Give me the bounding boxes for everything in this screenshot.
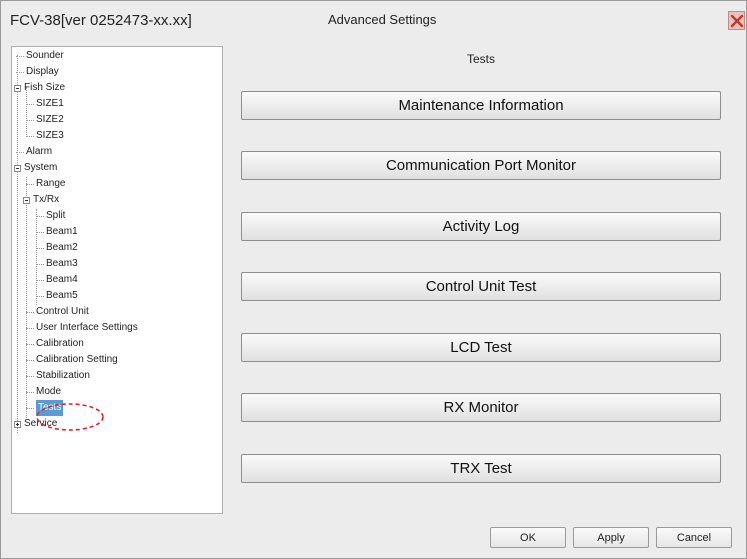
close-button[interactable] bbox=[728, 11, 745, 30]
tree-item-beam5[interactable]: Beam5 bbox=[36, 288, 78, 304]
close-x-icon bbox=[730, 14, 744, 28]
collapse-icon[interactable] bbox=[14, 84, 21, 92]
panel-title: Tests bbox=[466, 52, 495, 66]
rx-monitor-button[interactable]: RX Monitor bbox=[241, 393, 721, 422]
control-unit-test-button[interactable]: Control Unit Test bbox=[241, 272, 721, 301]
highlight-circle-annotation bbox=[36, 403, 104, 431]
tree-item-user-interface-settings[interactable]: User Interface Settings bbox=[26, 320, 138, 336]
tree-item-control-unit[interactable]: Control Unit bbox=[26, 304, 89, 320]
tree-item-range[interactable]: Range bbox=[26, 176, 65, 192]
title-bar: FCV-38[ver 0252473-xx.xx] Advanced Setti… bbox=[1, 1, 746, 41]
maintenance-information-button[interactable]: Maintenance Information bbox=[241, 91, 721, 120]
tree-item-split[interactable]: Split bbox=[36, 208, 65, 224]
collapse-icon[interactable] bbox=[14, 164, 21, 172]
tree-item-beam4[interactable]: Beam4 bbox=[36, 272, 78, 288]
communication-port-monitor-button[interactable]: Communication Port Monitor bbox=[241, 151, 721, 180]
expand-icon[interactable] bbox=[14, 420, 21, 428]
tree-item-tx-rx[interactable]: Tx/Rx bbox=[23, 192, 59, 208]
lcd-test-button[interactable]: LCD Test bbox=[241, 333, 721, 362]
tree-item-mode[interactable]: Mode bbox=[26, 384, 61, 400]
tree-item-size2[interactable]: SIZE2 bbox=[26, 112, 64, 128]
ok-button[interactable]: OK bbox=[490, 527, 566, 548]
tree-item-calibration[interactable]: Calibration bbox=[26, 336, 84, 352]
tree-item-stabilization[interactable]: Stabilization bbox=[26, 368, 90, 384]
advanced-settings-window: FCV-38[ver 0252473-xx.xx] Advanced Setti… bbox=[0, 0, 747, 559]
tree-item-beam1[interactable]: Beam1 bbox=[36, 224, 78, 240]
tree-item-system[interactable]: System bbox=[14, 160, 57, 176]
apply-button[interactable]: Apply bbox=[573, 527, 649, 548]
collapse-icon[interactable] bbox=[23, 196, 30, 204]
trx-test-button[interactable]: TRX Test bbox=[241, 454, 721, 483]
tree-item-calibration-setting[interactable]: Calibration Setting bbox=[26, 352, 118, 368]
tree-item-beam3[interactable]: Beam3 bbox=[36, 256, 78, 272]
activity-log-button[interactable]: Activity Log bbox=[241, 212, 721, 241]
tree-item-size1[interactable]: SIZE1 bbox=[26, 96, 64, 112]
tree-item-alarm[interactable]: Alarm bbox=[16, 144, 52, 160]
tree-item-size3[interactable]: SIZE3 bbox=[26, 128, 64, 144]
tree-item-sounder[interactable]: Sounder bbox=[16, 48, 64, 64]
settings-tree[interactable]: Sounder Display Fish Size SIZE1 SIZE2 SI… bbox=[11, 46, 223, 514]
dialog-title: Advanced Settings bbox=[328, 12, 437, 27]
app-title: FCV-38[ver 0252473-xx.xx] bbox=[10, 12, 192, 29]
tree-item-beam2[interactable]: Beam2 bbox=[36, 240, 78, 256]
tree-item-fish-size[interactable]: Fish Size bbox=[14, 80, 65, 96]
tree-item-display[interactable]: Display bbox=[16, 64, 59, 80]
cancel-button[interactable]: Cancel bbox=[656, 527, 732, 548]
